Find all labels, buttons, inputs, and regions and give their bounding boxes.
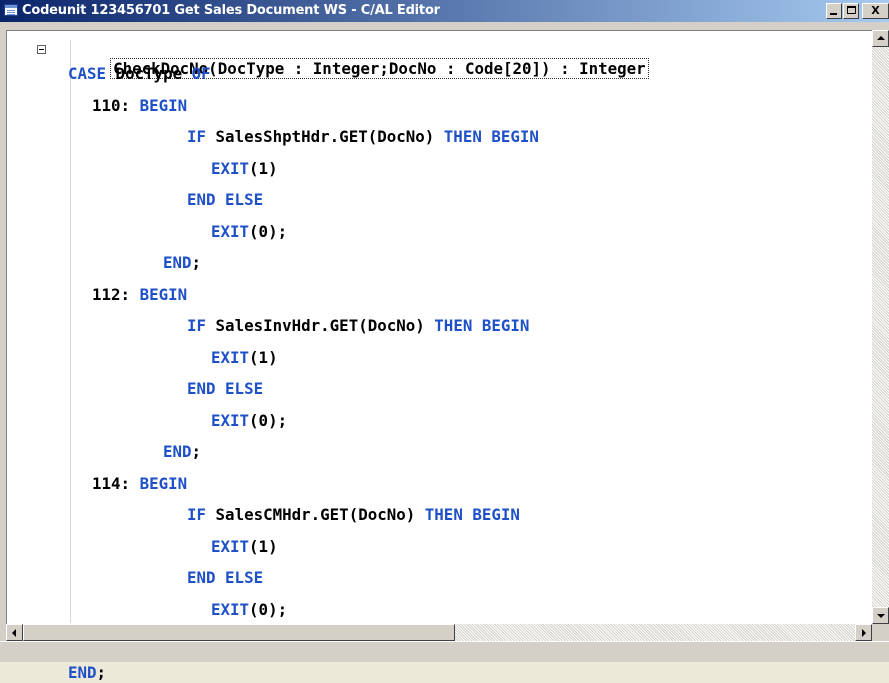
scroll-down-button[interactable] [872,607,889,624]
gutter-divider [70,40,71,623]
code-keyword: OF [191,64,211,83]
horizontal-scrollbar[interactable] [6,624,872,641]
code-line[interactable]: 110: BEGIN [92,96,187,116]
code-text: SalesInvHdr.GET(DocNo) [206,316,435,335]
code-keyword: END [68,662,97,682]
title-bar[interactable]: Codeunit 123456701 Get Sales Document WS… [0,0,889,22]
code-line[interactable]: CASE DocType OF [68,64,211,84]
code-keyword: BEGIN [139,473,188,493]
arrow-up-icon [877,36,885,40]
code-keyword: END ELSE [187,379,264,398]
code-keyword: END [163,442,192,461]
minimize-icon [830,13,837,15]
collapse-icon[interactable] [37,45,46,54]
codeunit-icon [4,4,18,16]
arrow-down-icon [877,614,885,618]
code-line[interactable]: END; [68,663,106,683]
code-line[interactable]: 114: BEGIN [92,474,187,494]
code-line[interactable]: EXIT(0); [211,411,287,431]
code-keyword: EXIT [211,158,250,178]
code-keyword: THEN BEGIN [434,316,530,335]
scroll-left-button[interactable] [6,624,23,641]
scroll-right-button[interactable] [855,624,872,641]
code-line[interactable]: END; [163,442,201,462]
code-editor[interactable]: CheckDocNo(DocType : Integer;DocNo : Cod… [6,30,889,682]
horizontal-scroll-thumb[interactable] [23,624,455,641]
minimize-button[interactable] [826,3,842,19]
scrollbar-corner [872,624,889,641]
code-line[interactable]: EXIT(0); [211,600,287,620]
code-keyword: EXIT [211,410,250,430]
code-line[interactable]: END ELSE [187,568,263,588]
close-icon: X [871,4,880,17]
code-text: 114: [92,473,140,493]
code-line[interactable]: EXIT(1) [211,537,278,557]
code-line[interactable]: 112: BEGIN [92,285,187,305]
code-line[interactable]: IF SalesInvHdr.GET(DocNo) THEN BEGIN [187,316,529,336]
code-keyword: THEN BEGIN [424,505,520,524]
code-line[interactable]: EXIT(1) [211,159,278,179]
code-text: (0); [249,221,288,241]
maximize-button[interactable] [843,3,859,19]
code-line[interactable]: END ELSE [187,379,263,399]
code-keyword: IF [187,316,207,335]
code-text: (1) [249,347,278,367]
code-keyword: IF [187,505,207,524]
code-line[interactable]: END ELSE [187,190,263,210]
code-line[interactable]: EXIT(1) [211,348,278,368]
code-line[interactable]: IF SalesShptHdr.GET(DocNo) THEN BEGIN [187,127,539,147]
code-keyword: END ELSE [187,568,264,587]
code-line[interactable]: IF SalesCMHdr.GET(DocNo) THEN BEGIN [187,505,520,525]
code-line[interactable]: EXIT(0); [211,222,287,242]
scroll-up-button[interactable] [872,30,889,47]
code-text: (0); [249,599,288,619]
code-text: (1) [249,536,278,556]
code-text: ; [191,253,202,272]
code-keyword: CASE [68,64,107,83]
code-keyword: EXIT [211,536,250,556]
cal-editor-window: Codeunit 123456701 Get Sales Document WS… [0,0,889,682]
arrow-left-icon [12,629,16,637]
code-text: ; [191,442,202,461]
code-text: (1) [249,158,278,178]
code-text: (0); [249,410,288,430]
code-text: 112: [92,284,140,304]
code-text: SalesShptHdr.GET(DocNo) [206,127,444,146]
code-keyword: THEN BEGIN [443,127,539,146]
code-keyword: BEGIN [139,284,188,304]
code-text: DocType [106,64,192,83]
code-keyword: IF [187,127,207,146]
vertical-scroll-track[interactable] [872,47,889,607]
arrow-right-icon [862,629,866,637]
code-line[interactable]: END; [163,253,201,273]
code-keyword: EXIT [211,599,250,619]
maximize-icon [847,6,856,14]
window-title: Codeunit 123456701 Get Sales Document WS… [22,3,440,18]
code-keyword: EXIT [211,347,250,367]
code-text: 110: [92,95,140,115]
code-keyword: EXIT [211,221,250,241]
code-text: ; [96,662,107,682]
status-bar [0,641,889,662]
code-keyword: BEGIN [139,95,188,115]
code-keyword: END ELSE [187,190,264,209]
vertical-scrollbar[interactable] [872,30,889,624]
code-text: SalesCMHdr.GET(DocNo) [206,505,425,524]
code-keyword: END [163,253,192,272]
close-button[interactable]: X [862,3,889,19]
